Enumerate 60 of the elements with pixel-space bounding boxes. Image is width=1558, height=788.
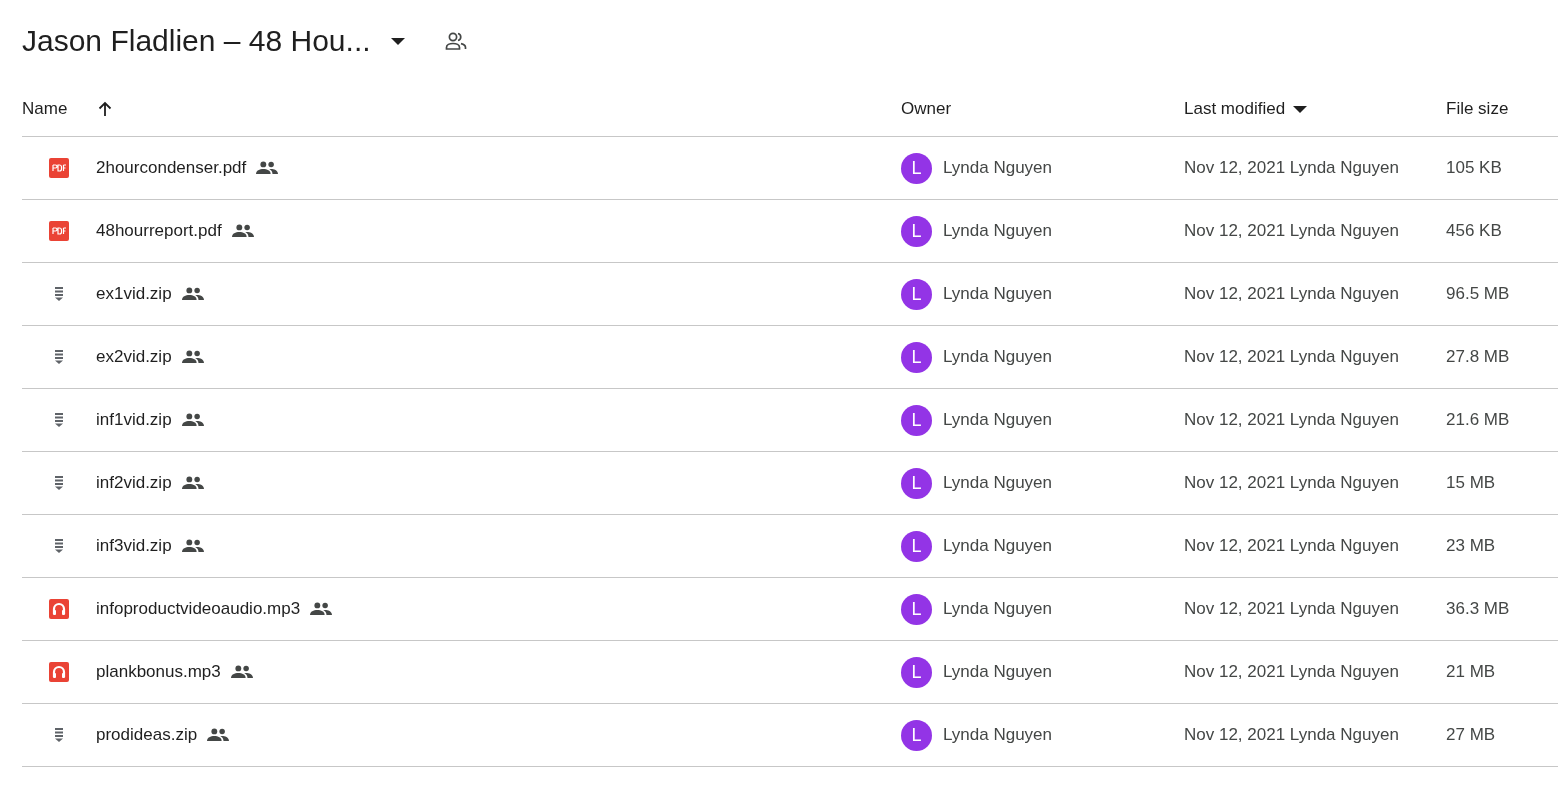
file-name[interactable]: plankbonus.mp3 — [96, 662, 221, 682]
file-size: 15 MB — [1446, 473, 1496, 493]
owner-name: Lynda Nguyen — [943, 725, 1052, 745]
headphones-file-icon — [48, 598, 70, 620]
column-header[interactable]: Name — [22, 99, 114, 119]
headphones-file-icon — [48, 661, 70, 683]
file-name[interactable]: 2hourcondenser.pdf — [96, 158, 247, 178]
column-header[interactable]: Owner — [901, 99, 952, 119]
owner-avatar: L — [901, 593, 932, 625]
folder-title: Jason Fladlien – 48 Hou... — [22, 24, 371, 58]
file-name[interactable]: infoproductvideoaudio.mp3 — [96, 599, 301, 619]
owner-avatar: L — [901, 152, 932, 184]
owner-avatar: L — [901, 215, 932, 247]
owner-name: Lynda Nguyen — [943, 599, 1052, 619]
modified-date: Nov 12, 2021 Lynda Nguyen — [1184, 347, 1399, 367]
file-size: 23 MB — [1446, 536, 1496, 556]
file-name[interactable]: ex1vid.zip — [96, 284, 172, 304]
owner-avatar: L — [901, 530, 932, 562]
file-name[interactable]: ex2vid.zip — [96, 347, 172, 367]
owner-name: Lynda Nguyen — [943, 347, 1052, 367]
file-size: 21 MB — [1446, 662, 1496, 682]
modified-date: Nov 12, 2021 Lynda Nguyen — [1184, 473, 1399, 493]
owner-avatar: L — [901, 341, 932, 373]
owner-avatar: L — [901, 278, 932, 310]
owner-name: Lynda Nguyen — [943, 284, 1052, 304]
modified-date: Nov 12, 2021 Lynda Nguyen — [1184, 221, 1399, 241]
file-size: 36.3 MB — [1446, 599, 1510, 619]
file-name[interactable]: inf2vid.zip — [96, 473, 172, 493]
file-size: 21.6 MB — [1446, 410, 1510, 430]
file-name[interactable]: inf3vid.zip — [96, 536, 172, 556]
column-header[interactable]: File size — [1446, 99, 1509, 119]
column-header[interactable]: Last modified — [1184, 99, 1308, 119]
caret-icon — [390, 37, 405, 45]
owner-avatar: L — [901, 404, 932, 436]
owner-name: Lynda Nguyen — [943, 158, 1052, 178]
modified-date: Nov 12, 2021 Lynda Nguyen — [1184, 158, 1399, 178]
file-name[interactable]: 48hourreport.pdf — [96, 221, 222, 241]
owner-avatar: L — [901, 656, 932, 688]
modified-date: Nov 12, 2021 Lynda Nguyen — [1184, 599, 1399, 619]
file-size: 27 MB — [1446, 725, 1496, 745]
modified-date: Nov 12, 2021 Lynda Nguyen — [1184, 662, 1399, 682]
owner-name: Lynda Nguyen — [943, 410, 1052, 430]
file-size: 105 KB — [1446, 158, 1502, 178]
file-size: 96.5 MB — [1446, 284, 1510, 304]
modified-date: Nov 12, 2021 Lynda Nguyen — [1184, 725, 1399, 745]
owner-avatar: L — [901, 719, 932, 751]
owner-name: Lynda Nguyen — [943, 536, 1052, 556]
modified-date: Nov 12, 2021 Lynda Nguyen — [1184, 410, 1399, 430]
modified-date: Nov 12, 2021 Lynda Nguyen — [1184, 536, 1399, 556]
pdf-file-icon — [48, 157, 70, 179]
file-size: 456 KB — [1446, 221, 1502, 241]
pdf-file-icon — [48, 220, 70, 242]
owner-name: Lynda Nguyen — [943, 662, 1052, 682]
modified-date: Nov 12, 2021 Lynda Nguyen — [1184, 284, 1399, 304]
owner-avatar: L — [901, 467, 932, 499]
file-name[interactable]: inf1vid.zip — [96, 410, 172, 430]
file-size: 27.8 MB — [1446, 347, 1510, 367]
owner-name: Lynda Nguyen — [943, 221, 1052, 241]
file-name[interactable]: prodideas.zip — [96, 725, 198, 745]
owner-name: Lynda Nguyen — [943, 473, 1052, 493]
